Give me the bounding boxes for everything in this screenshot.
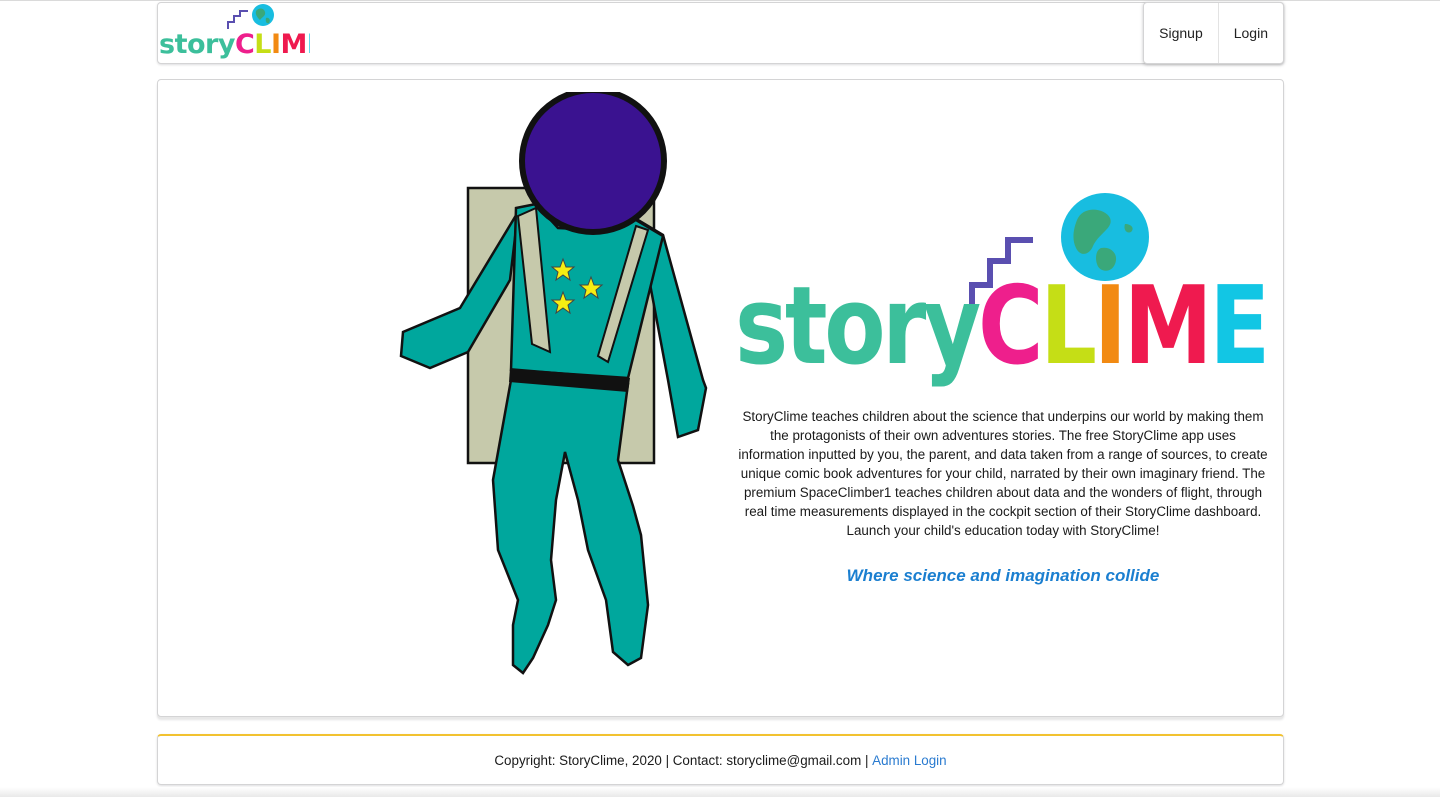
login-button[interactable]: Login — [1217, 3, 1283, 63]
page-top-border — [0, 0, 1440, 1]
intro-description: StoryClime teaches children about the sc… — [738, 409, 1268, 538]
footer-copyright-text: Copyright: StoryClime, 2020 | Contact: s… — [494, 752, 873, 768]
svg-text:storyCLIME: storyCLIME — [735, 264, 1267, 389]
admin-login-link[interactable]: Admin Login — [872, 753, 946, 768]
window-bottom-edge — [0, 787, 1440, 797]
top-header: storyCLIME Signup Login — [157, 2, 1284, 64]
header-logo[interactable]: storyCLIME — [158, 3, 310, 61]
astronaut-illustration — [399, 92, 708, 675]
helmet-shape — [519, 92, 667, 235]
globe-icon — [252, 4, 274, 26]
svg-text:storyCLIME: storyCLIME — [159, 29, 310, 60]
auth-nav: Signup Login — [1143, 2, 1284, 64]
signup-button[interactable]: Signup — [1144, 3, 1218, 63]
tagline: Where science and imagination collide — [846, 566, 1160, 585]
page-footer: Copyright: StoryClime, 2020 | Contact: s… — [157, 734, 1284, 785]
logo-story-text: story — [159, 29, 236, 60]
hero-card: storyCLIME StoryClime teaches children a… — [157, 79, 1284, 717]
storyclime-hero-logo: storyCLIME — [735, 193, 1271, 389]
